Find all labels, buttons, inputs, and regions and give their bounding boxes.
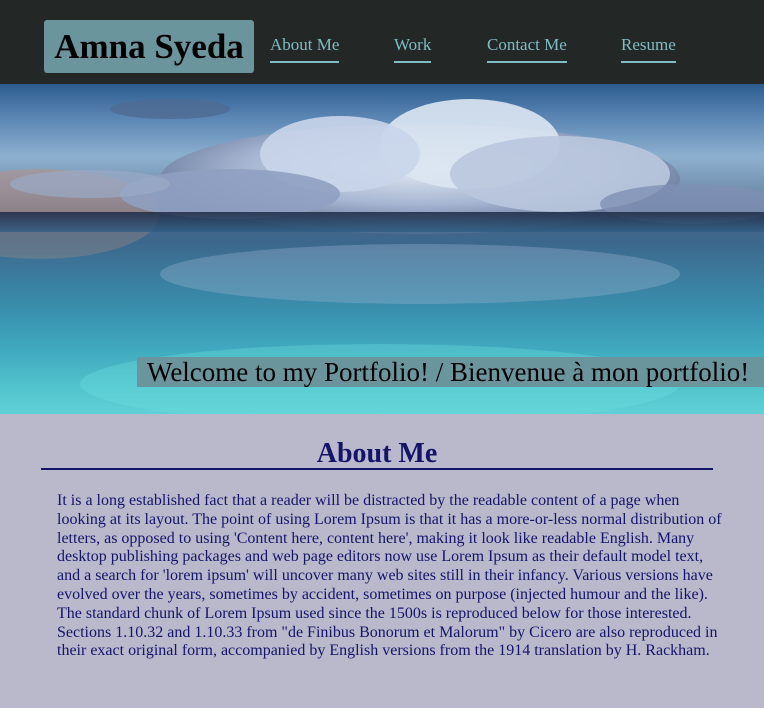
about-me-heading: About Me [316,438,438,469]
site-name-logo[interactable]: Amna Syeda [44,20,254,73]
hero-banner-image: Welcome to my Portfolio! / Bienvenue à m… [0,84,764,414]
nav-link-resume[interactable]: Resume [621,34,676,63]
about-me-paragraph: It is a long established fact that a rea… [57,492,722,660]
heading-divider [41,468,713,470]
welcome-banner: Welcome to my Portfolio! / Bienvenue à m… [137,357,764,387]
nav-link-contact-me[interactable]: Contact Me [487,34,567,63]
site-header: Amna Syeda About Me Work Contact Me Resu… [0,0,764,84]
nav-link-work[interactable]: Work [394,34,432,63]
nav-link-about-me[interactable]: About Me [270,34,340,63]
